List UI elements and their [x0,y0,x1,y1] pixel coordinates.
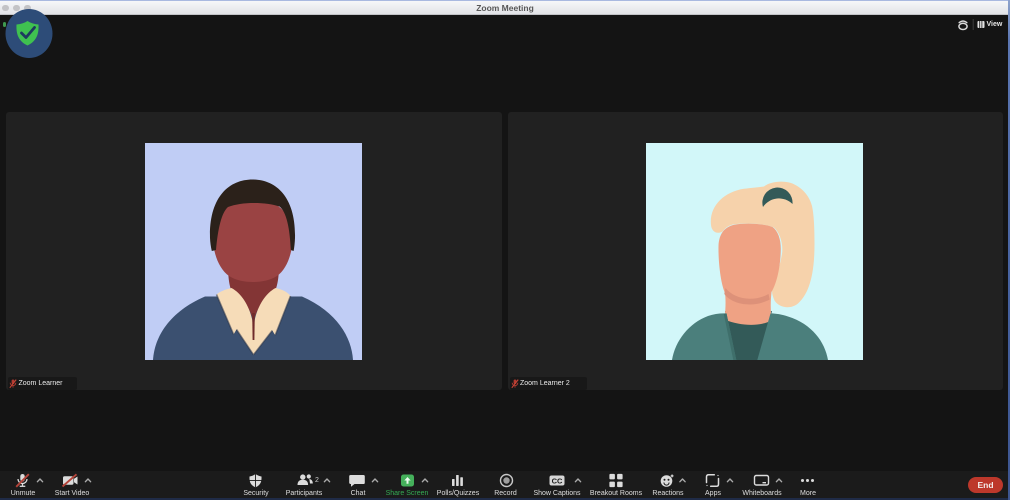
svg-text:CC: CC [552,476,563,485]
